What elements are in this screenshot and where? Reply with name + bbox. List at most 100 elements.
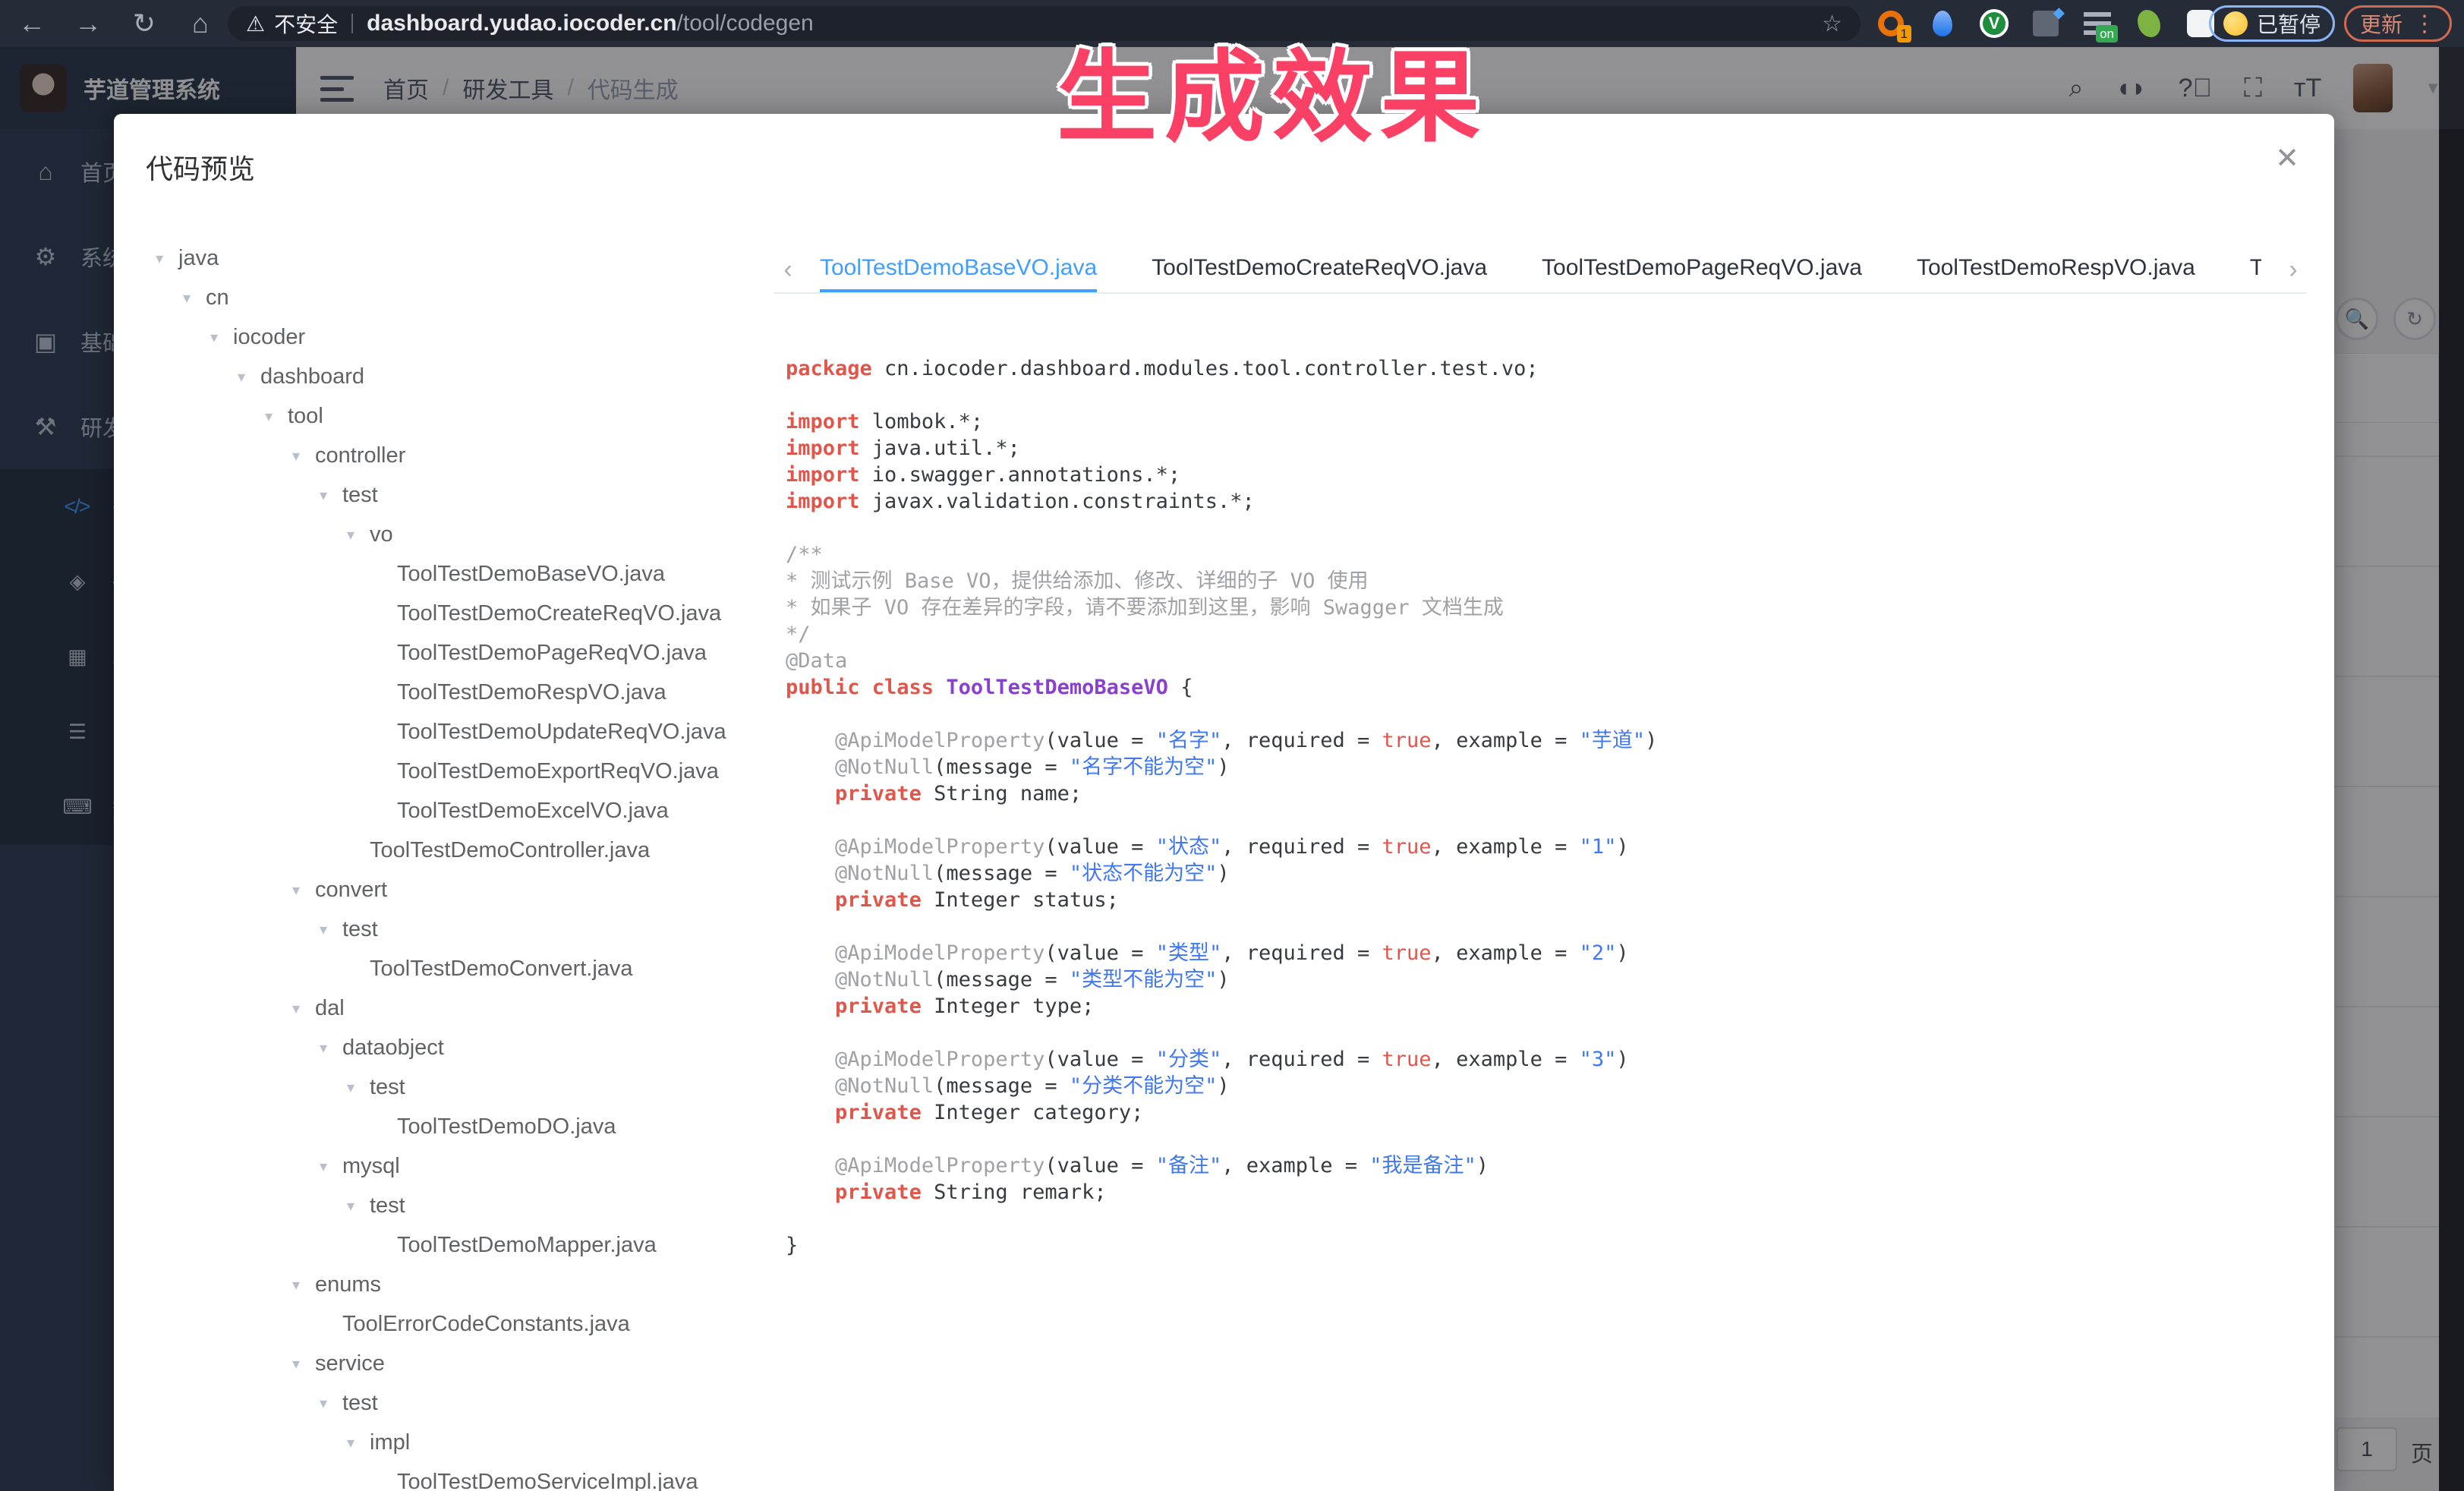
tree-node[interactable]: ▾enums	[156, 1265, 748, 1304]
code-preview-dialog: 代码预览 ✕ ▾java▾cn▾iocoder▾dashboard▾tool▾c…	[114, 114, 2334, 1491]
url-path: /tool/codegen	[677, 11, 814, 36]
tree-node[interactable]: ToolTestDemoDO.java	[156, 1107, 748, 1146]
tree-node-label: ToolTestDemoDO.java	[397, 1114, 616, 1140]
tree-caret-icon[interactable]: ▾	[292, 446, 315, 465]
tree-node[interactable]: ▾test	[156, 1186, 748, 1225]
code-block: package cn.iocoder.dashboard.modules.too…	[786, 355, 2311, 1259]
address-bar[interactable]: ⚠ 不安全 dashboard.yudao.iocoder.cn /tool/c…	[228, 6, 1861, 41]
tree-node[interactable]: ▾dashboard	[156, 357, 748, 396]
tree-node[interactable]: ▾convert	[156, 870, 748, 909]
tabs-prev-icon[interactable]: ‹	[774, 255, 802, 285]
profile-paused-pill[interactable]: 已暂停	[2209, 5, 2335, 42]
tree-node[interactable]: ▾controller	[156, 436, 748, 475]
tree-node-label: test	[342, 483, 378, 508]
tree-node[interactable]: ToolTestDemoExcelVO.java	[156, 791, 748, 831]
extension-icon-list-on[interactable]: on	[2081, 8, 2113, 39]
tree-caret-icon[interactable]: ▾	[320, 1394, 342, 1413]
tree-caret-icon[interactable]: ▾	[156, 249, 178, 268]
tree-node-label: dashboard	[260, 364, 364, 389]
tree-node[interactable]: ▾java	[156, 238, 748, 278]
tree-node[interactable]: ▾dal	[156, 988, 748, 1028]
tree-caret-icon[interactable]: ▾	[210, 328, 233, 347]
address-divider	[351, 14, 353, 33]
tree-node-label: enums	[315, 1272, 381, 1297]
tree-node-label: ToolTestDemoExportReqVO.java	[397, 759, 719, 784]
tree-node-label: test	[342, 1391, 378, 1416]
paused-label: 已暂停	[2257, 8, 2321, 39]
tree-caret-icon[interactable]: ▾	[238, 367, 260, 386]
tree-node-label: ToolErrorCodeConstants.java	[342, 1312, 630, 1337]
tab-ToolTestDemoCreateReqVO.java[interactable]: ToolTestDemoCreateReqVO.java	[1152, 247, 1487, 292]
tree-node[interactable]: ToolTestDemoController.java	[156, 831, 748, 870]
tree-node[interactable]: ▾test	[156, 475, 748, 515]
extension-icon-green-circle[interactable]: V	[1978, 8, 2010, 39]
tree-caret-icon[interactable]: ▾	[320, 486, 342, 505]
tree-node[interactable]: ToolTestDemoUpdateReqVO.java	[156, 712, 748, 752]
tree-node[interactable]: ▾vo	[156, 515, 748, 554]
tree-node-label: ToolTestDemoConvert.java	[370, 957, 633, 982]
tree-node[interactable]: ▾mysql	[156, 1146, 748, 1186]
tree-node[interactable]: ▾iocoder	[156, 317, 748, 357]
tree-caret-icon[interactable]: ▾	[320, 920, 342, 939]
tree-node[interactable]: ▾impl	[156, 1423, 748, 1462]
tree-caret-icon[interactable]: ▾	[347, 1078, 370, 1097]
tree-caret-icon[interactable]: ▾	[183, 288, 206, 307]
tree-node-label: iocoder	[233, 325, 305, 350]
tree-caret-icon[interactable]: ▾	[320, 1157, 342, 1176]
profile-avatar-emoji	[2223, 11, 2248, 36]
tree-node[interactable]: ToolTestDemoPageReqVO.java	[156, 633, 748, 673]
tree-node-label: controller	[315, 443, 405, 468]
tree-node-label: cn	[206, 285, 229, 310]
tree-node-label: ToolTestDemoPageReqVO.java	[397, 641, 707, 666]
browser-update-button[interactable]: 更新 ⋮	[2344, 5, 2452, 42]
tree-node-label: ToolTestDemoServiceImpl.java	[397, 1470, 698, 1491]
back-icon[interactable]: ←	[15, 8, 49, 39]
tree-node[interactable]: ToolTestDemoServiceImpl.java	[156, 1462, 748, 1491]
tree-node[interactable]: ▾cn	[156, 278, 748, 317]
tree-node-label: tool	[288, 404, 323, 429]
tree-node[interactable]: ▾test	[156, 1067, 748, 1107]
tree-node[interactable]: ▾service	[156, 1344, 748, 1383]
tree-node[interactable]: ▾test	[156, 909, 748, 949]
tree-node-label: ToolTestDemoExcelVO.java	[397, 799, 669, 824]
tree-node-label: ToolTestDemoBaseVO.java	[397, 562, 665, 587]
tree-node[interactable]: ToolTestDemoMapper.java	[156, 1225, 748, 1265]
close-icon[interactable]: ✕	[2275, 141, 2299, 175]
tab-ToolTestDemoPageReqVO.java[interactable]: ToolTestDemoPageReqVO.java	[1542, 247, 1862, 292]
tree-node[interactable]: ToolErrorCodeConstants.java	[156, 1304, 748, 1344]
tree-caret-icon[interactable]: ▾	[347, 1433, 370, 1452]
tree-node-label: impl	[370, 1430, 410, 1455]
tree-node[interactable]: ToolTestDemoBaseVO.java	[156, 554, 748, 594]
tree-node[interactable]: ToolTestDemoRespVO.java	[156, 673, 748, 712]
tab-ToolTestDemoRespVO.java[interactable]: ToolTestDemoRespVO.java	[1917, 247, 2195, 292]
extension-icon-blue-drop[interactable]	[1927, 8, 1958, 39]
tree-node-label: vo	[370, 522, 393, 547]
forward-icon[interactable]: →	[71, 8, 105, 39]
tree-caret-icon[interactable]: ▾	[292, 1354, 315, 1373]
tree-node[interactable]: ▾dataobject	[156, 1028, 748, 1067]
tree-caret-icon[interactable]: ▾	[292, 999, 315, 1018]
tree-caret-icon[interactable]: ▾	[347, 1196, 370, 1215]
extension-icon-plant[interactable]	[2133, 8, 2165, 39]
tree-node[interactable]: ToolTestDemoExportReqVO.java	[156, 752, 748, 791]
extension-icon-gray-blocks[interactable]	[2030, 8, 2062, 39]
annotation-text: 生成效果	[1057, 17, 1488, 162]
reload-icon[interactable]: ↻	[128, 8, 161, 39]
tree-caret-icon[interactable]: ▾	[320, 1039, 342, 1058]
browser-menu-icon[interactable]: ⋮	[2413, 11, 2436, 37]
bookmark-star-icon[interactable]: ☆	[1822, 11, 1842, 37]
tab-ToolTe[interactable]: ToolTe	[2250, 247, 2261, 292]
tabs-next-icon[interactable]: ›	[2280, 255, 2307, 285]
tab-ToolTestDemoBaseVO.java[interactable]: ToolTestDemoBaseVO.java	[820, 247, 1097, 292]
home-icon[interactable]: ⌂	[184, 8, 217, 39]
tree-node-label: ToolTestDemoUpdateReqVO.java	[397, 720, 726, 745]
tree-node[interactable]: ToolTestDemoConvert.java	[156, 949, 748, 988]
tree-node[interactable]: ▾tool	[156, 396, 748, 436]
tree-caret-icon[interactable]: ▾	[292, 881, 315, 900]
tree-node[interactable]: ToolTestDemoCreateReqVO.java	[156, 594, 748, 633]
tree-node[interactable]: ▾test	[156, 1383, 748, 1423]
tree-caret-icon[interactable]: ▾	[347, 525, 370, 544]
extension-icon-orange[interactable]: 1	[1875, 8, 1907, 39]
tree-caret-icon[interactable]: ▾	[292, 1275, 315, 1294]
tree-caret-icon[interactable]: ▾	[265, 407, 288, 426]
